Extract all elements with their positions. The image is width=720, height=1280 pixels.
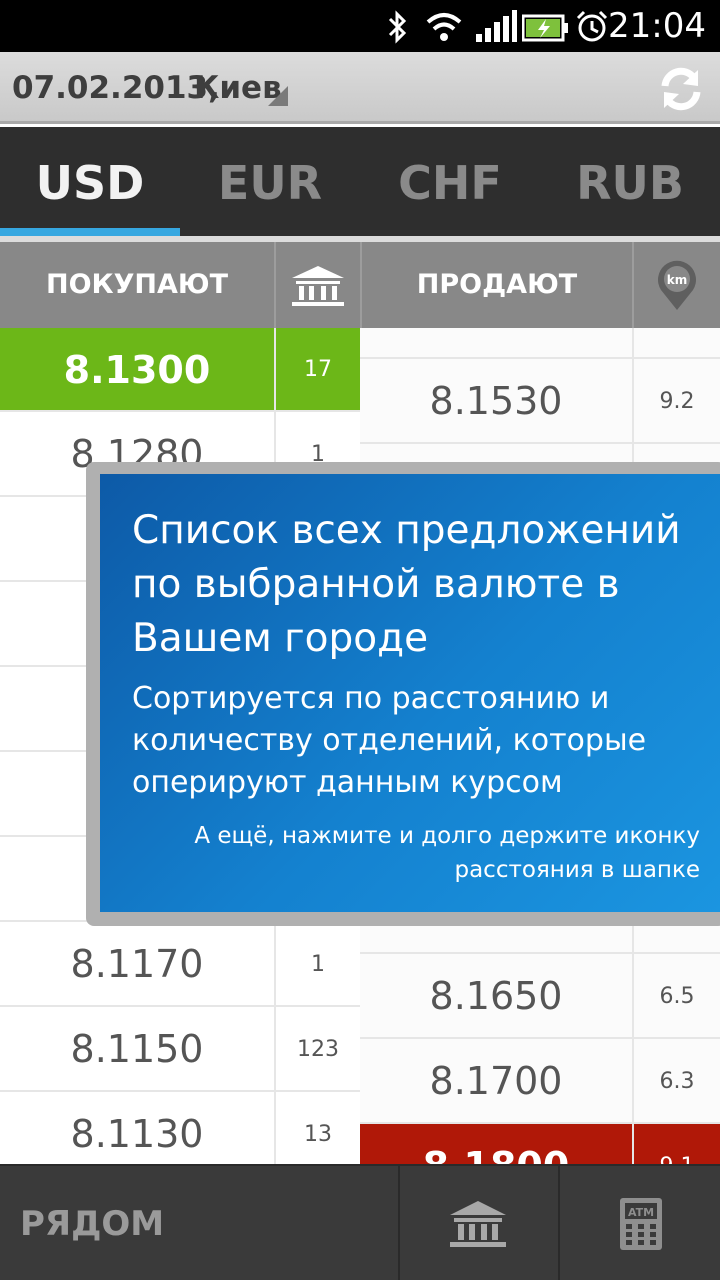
tab-chf[interactable]: CHF	[360, 127, 540, 239]
alarm-icon	[574, 10, 610, 49]
sell-rate: 8.1650	[429, 974, 563, 1018]
bank-icon	[450, 1201, 506, 1247]
sell-row[interactable]: 8.1700 6.3	[360, 1039, 720, 1124]
table-header: ПОКУПАЮТ ПРОДАЮТ km	[0, 242, 720, 328]
buy-row[interactable]: 8.1150 123	[0, 1007, 360, 1092]
sell-rate: 8.1530	[429, 379, 563, 423]
bluetooth-icon	[386, 10, 410, 49]
atm-icon: ATM	[620, 1198, 662, 1250]
sell-rate: 8.1520	[360, 328, 632, 359]
hint-note: А ещё, нажмите и долго держите иконку ра…	[194, 823, 700, 883]
banks-button[interactable]	[400, 1166, 558, 1280]
bottom-bar: РЯДОМ ATM	[0, 1164, 720, 1280]
sell-rate: 8.1700	[429, 1059, 563, 1103]
tab-rub[interactable]: RUB	[540, 127, 720, 239]
distance-pin-icon: km	[658, 260, 696, 310]
tab-usd[interactable]: USD	[0, 127, 180, 239]
distance-header[interactable]: km	[634, 242, 720, 328]
distance-value	[634, 328, 720, 359]
sell-row[interactable]: 8.18009.1	[360, 1124, 720, 1164]
signal-icon	[474, 10, 518, 49]
hint-overlay[interactable]: Список всех предложений по выбранной вал…	[100, 474, 720, 912]
buy-row[interactable]: 8.1300 17	[0, 328, 360, 412]
dropdown-corner-icon	[268, 86, 288, 106]
currency-tabs: USD EUR CHF RUB	[0, 127, 720, 239]
buy-header[interactable]: ПОКУПАЮТ	[0, 242, 274, 328]
sell-row[interactable]: 8.1530 9.2	[360, 359, 720, 444]
bank-count: 1	[311, 952, 325, 977]
buy-rate: 8.1300	[63, 348, 211, 392]
hint-description: Сортируется по расстоянию и количеству о…	[132, 681, 647, 800]
buy-row[interactable]: 8.1130 13	[0, 1092, 360, 1164]
distance-value: 9.2	[659, 389, 695, 414]
buy-row[interactable]: 8.1170 1	[0, 922, 360, 1007]
sell-row[interactable]: 8.1650 6.5	[360, 954, 720, 1039]
hint-title: Список всех предложений по выбранной вал…	[132, 508, 681, 661]
atm-button[interactable]: ATM	[560, 1166, 720, 1280]
bank-count: 123	[297, 1037, 339, 1062]
distance-unit: km	[667, 273, 687, 287]
active-tab-indicator	[0, 228, 180, 236]
date-label[interactable]: 07.02.2013,	[12, 70, 220, 106]
date-city-bar: 07.02.2013, Киев	[0, 52, 720, 124]
tab-eur[interactable]: EUR	[180, 127, 360, 239]
atm-label: ATM	[628, 1206, 654, 1219]
buy-rate: 8.1150	[70, 1027, 204, 1071]
wifi-icon	[424, 10, 464, 49]
buy-rate: 8.1170	[70, 942, 204, 986]
bank-count: 13	[304, 1122, 332, 1147]
bank-count-header[interactable]	[276, 242, 360, 328]
distance-value: 6.5	[659, 984, 695, 1009]
bank-count: 17	[304, 357, 332, 382]
battery-charging-icon	[521, 10, 570, 49]
buy-rate: 8.1130	[70, 1112, 204, 1156]
refresh-icon[interactable]	[656, 64, 706, 114]
status-bar: 21:04	[0, 0, 720, 52]
status-time: 21:04	[608, 6, 706, 46]
distance-value: 6.3	[659, 1069, 695, 1094]
distance-value: 9.1	[634, 1124, 720, 1164]
sell-row[interactable]: 8.1520	[360, 328, 720, 359]
bank-icon	[292, 265, 344, 306]
sell-rate: 8.1800	[360, 1124, 632, 1164]
nearby-button[interactable]: РЯДОМ	[20, 1166, 164, 1280]
sell-header[interactable]: ПРОДАЮТ	[362, 242, 632, 328]
